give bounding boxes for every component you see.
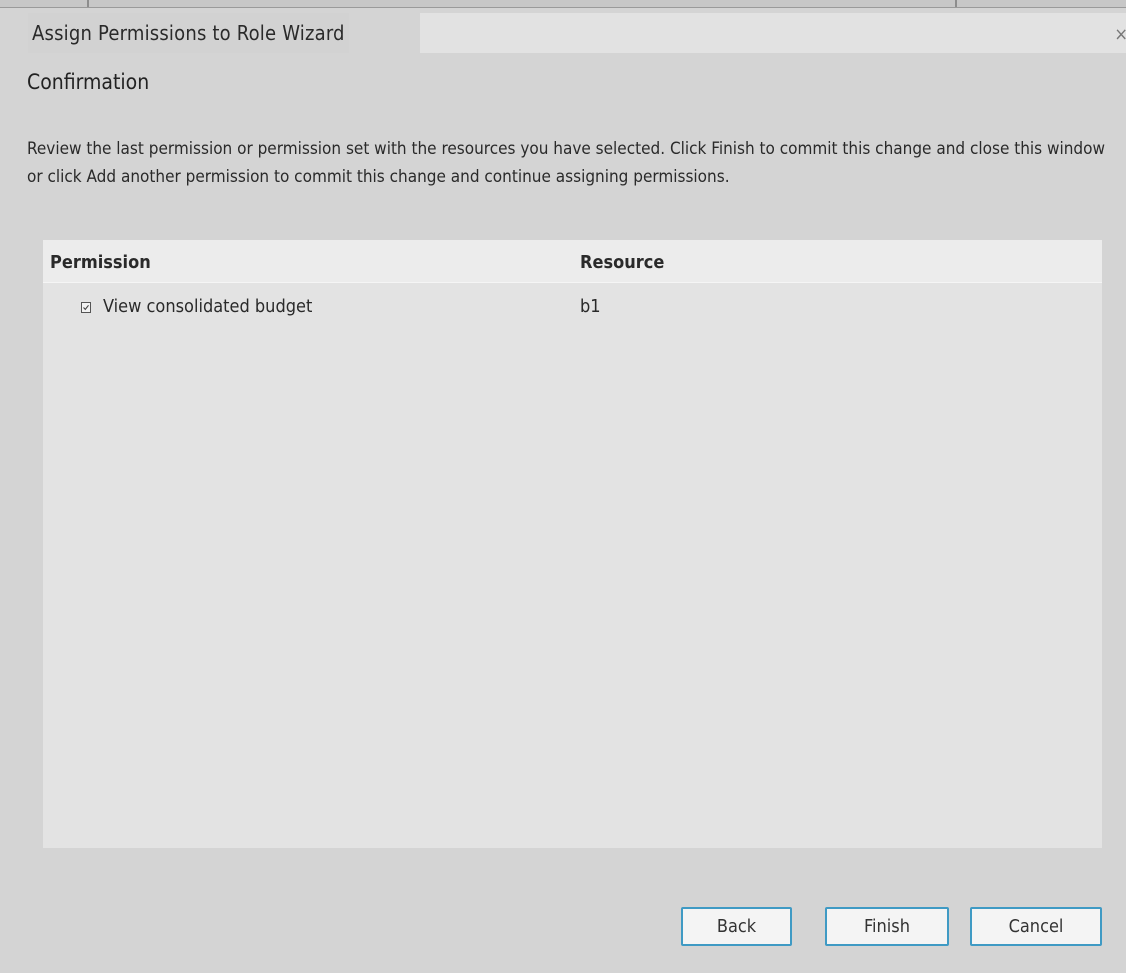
- confirmation-grid: Permission Resource View consolidated bu…: [43, 240, 1102, 848]
- edge-notch: [955, 0, 957, 7]
- permission-doc-icon: [81, 302, 91, 313]
- dialog-title: Assign Permissions to Role Wizard: [28, 13, 349, 53]
- resource-cell: b1: [580, 296, 601, 317]
- finish-button[interactable]: Finish: [825, 907, 949, 946]
- table-row[interactable]: View consolidated budget b1: [43, 286, 1102, 326]
- cancel-button[interactable]: Cancel: [970, 907, 1102, 946]
- close-icon[interactable]: ×: [1114, 24, 1126, 45]
- grid-header: Permission Resource: [43, 240, 1102, 283]
- step-title: Confirmation: [27, 70, 150, 94]
- permission-cell: View consolidated budget: [103, 296, 313, 317]
- window-top-edge: [0, 0, 1126, 8]
- edge-notch: [87, 0, 89, 7]
- title-bar-fill: [420, 13, 1126, 53]
- step-description: Review the last permission or permission…: [27, 139, 1106, 187]
- column-header-permission[interactable]: Permission: [50, 252, 151, 273]
- back-button[interactable]: Back: [681, 907, 792, 946]
- column-header-resource[interactable]: Resource: [580, 252, 664, 273]
